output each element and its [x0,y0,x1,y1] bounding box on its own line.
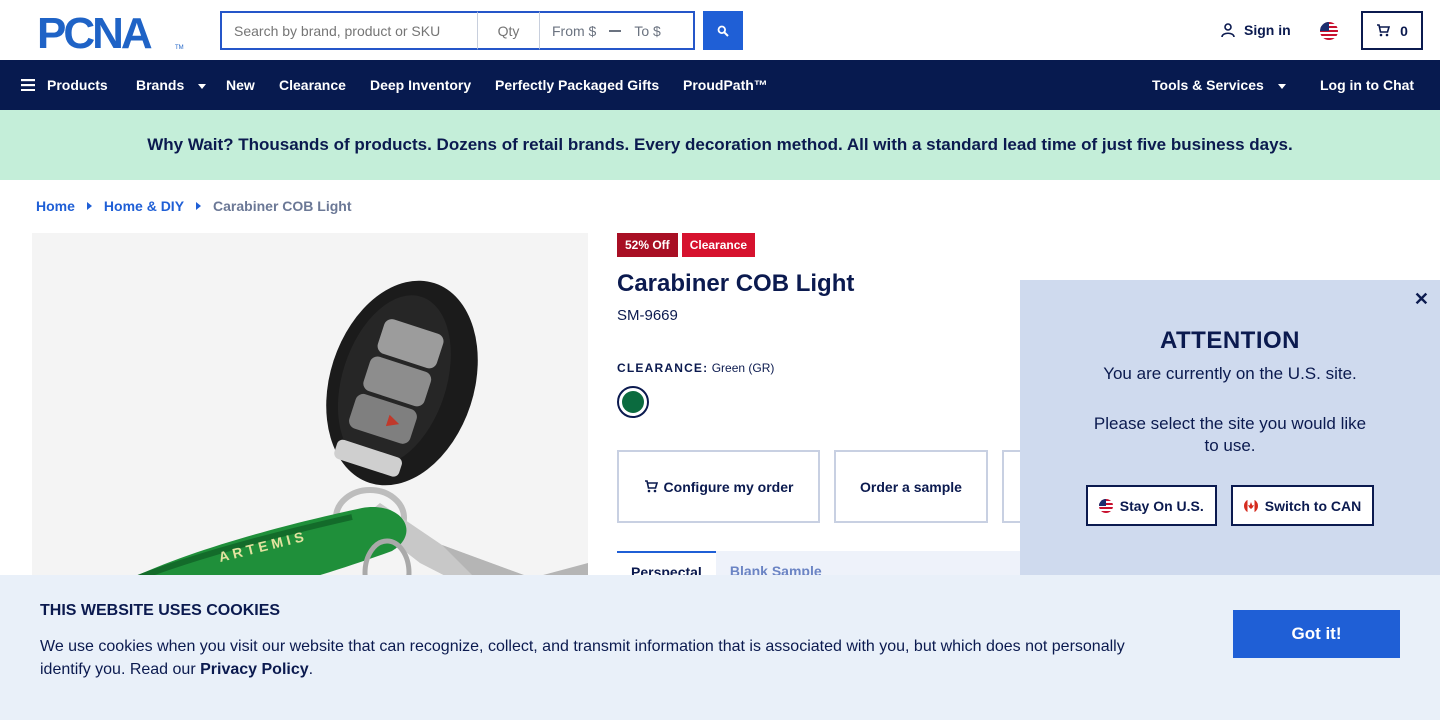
hamburger-icon [21,79,35,91]
cookie-period: . [308,661,314,678]
clearance-badge: Clearance [681,233,756,257]
site-buttons: Stay On U.S. Switch to CAN [1020,485,1440,526]
cookie-title: THIS WEBSITE USES COOKIES [40,602,281,619]
nav-products[interactable]: Products [21,60,108,110]
nav-gifts[interactable]: Perfectly Packaged Gifts [495,60,659,110]
product-badges: 52% Off Clearance [617,233,756,257]
color-selection-label: CLEARANCE: Green (GR) [617,361,774,375]
search-input[interactable] [220,11,478,50]
canada-flag-icon [1243,498,1258,513]
nav-tools-services[interactable]: Tools & Services [1152,60,1286,110]
nav-gifts-label: Perfectly Packaged Gifts [495,77,660,93]
order-sample-button[interactable]: Order a sample [834,450,988,523]
product-title: Carabiner COB Light [617,270,855,297]
cart-icon [1377,24,1391,37]
sign-in-label: Sign in [1244,22,1291,38]
color-swatch-green[interactable] [617,386,649,418]
main-nav: Products Brands New Clearance Deep Inven… [0,60,1440,110]
cart-count: 0 [1400,22,1408,39]
accept-cookies-button[interactable]: Got it! [1233,610,1400,658]
nav-tools-label: Tools & Services [1152,77,1264,93]
price-to-field[interactable]: To $ [634,23,660,39]
user-icon [1221,23,1235,38]
sign-in-link[interactable]: Sign in [1220,22,1291,38]
product-sku: SM-9669 [617,307,678,324]
breadcrumb-current: Carabiner COB Light [213,198,352,214]
attention-message: You are currently on the U.S. site. [1103,364,1357,383]
switch-can-button[interactable]: Switch to CAN [1230,485,1375,526]
nav-proudpath-label: ProudPath™ [683,77,768,93]
promo-text: Why Wait? Thousands of products. Dozens … [147,135,1293,154]
breadcrumb-arrow-icon [86,202,92,210]
range-dash [609,29,622,32]
stay-us-label: Stay On U.S. [1119,497,1204,514]
attention-title: ATTENTION [1159,327,1301,354]
breadcrumb-home[interactable]: Home [36,198,75,214]
nav-new[interactable]: New [226,60,255,110]
pcna-logo[interactable]: PCNA TM [37,9,185,58]
chevron-down-icon [198,83,207,89]
breadcrumb: Home Home & DIY Carabiner COB Light [36,198,352,214]
nav-deep-inventory[interactable]: Deep Inventory [370,60,471,110]
breadcrumb-category[interactable]: Home & DIY [104,198,184,214]
svg-text:TM: TM [175,45,184,51]
nav-products-label: Products [47,77,108,93]
color-value: Green (GR) [711,361,775,375]
cart-button[interactable]: 0 [1361,11,1423,50]
nav-clearance[interactable]: Clearance [279,60,346,110]
switch-can-label: Switch to CAN [1264,497,1362,514]
nav-brands[interactable]: Brands [136,60,207,110]
cookie-banner: THIS WEBSITE USES COOKIES We use cookies… [0,575,1440,720]
order-sample-label: Order a sample [860,478,962,495]
chevron-down-icon [1277,83,1286,89]
stay-us-button[interactable]: Stay On U.S. [1085,485,1217,526]
discount-badge: 52% Off [617,233,678,257]
us-flag-icon [1098,498,1113,513]
search-icon [717,25,729,37]
site-selection-popup: ✕ ATTENTION You are currently on the U.S… [1020,280,1440,580]
nav-deep-inventory-label: Deep Inventory [370,77,472,93]
privacy-policy-link[interactable]: Privacy Policy [200,661,309,678]
price-from-field[interactable]: From $ [552,23,596,39]
promo-banner: Why Wait? Thousands of products. Dozens … [0,110,1440,180]
qty-input[interactable] [478,11,540,50]
cookie-text: We use cookies when you visit our websit… [40,635,1150,681]
clearance-label-key: CLEARANCE: [617,361,709,375]
top-header: PCNA TM From $ To $ Sign in [0,0,1440,60]
logo-text: PCNA [37,12,152,52]
close-icon[interactable]: ✕ [1414,289,1429,310]
nav-chat-label: Log in to Chat [1320,77,1415,93]
us-flag-icon[interactable] [1320,22,1338,40]
nav-clearance-label: Clearance [279,77,346,93]
search-bar: From $ To $ [220,11,743,50]
search-button[interactable] [703,11,743,50]
attention-instruction: Please select the site you would like to… [1093,414,1367,455]
nav-chat-login[interactable]: Log in to Chat [1320,60,1414,110]
nav-proudpath[interactable]: ProudPath™ [683,60,768,110]
configure-order-label: Configure my order [663,478,794,495]
configure-order-button[interactable]: Configure my order [617,450,820,523]
breadcrumb-arrow-icon [196,202,202,210]
nav-brands-label: Brands [136,77,185,93]
cart-icon [644,480,658,493]
price-range[interactable]: From $ To $ [540,11,695,50]
nav-new-label: New [226,77,255,93]
